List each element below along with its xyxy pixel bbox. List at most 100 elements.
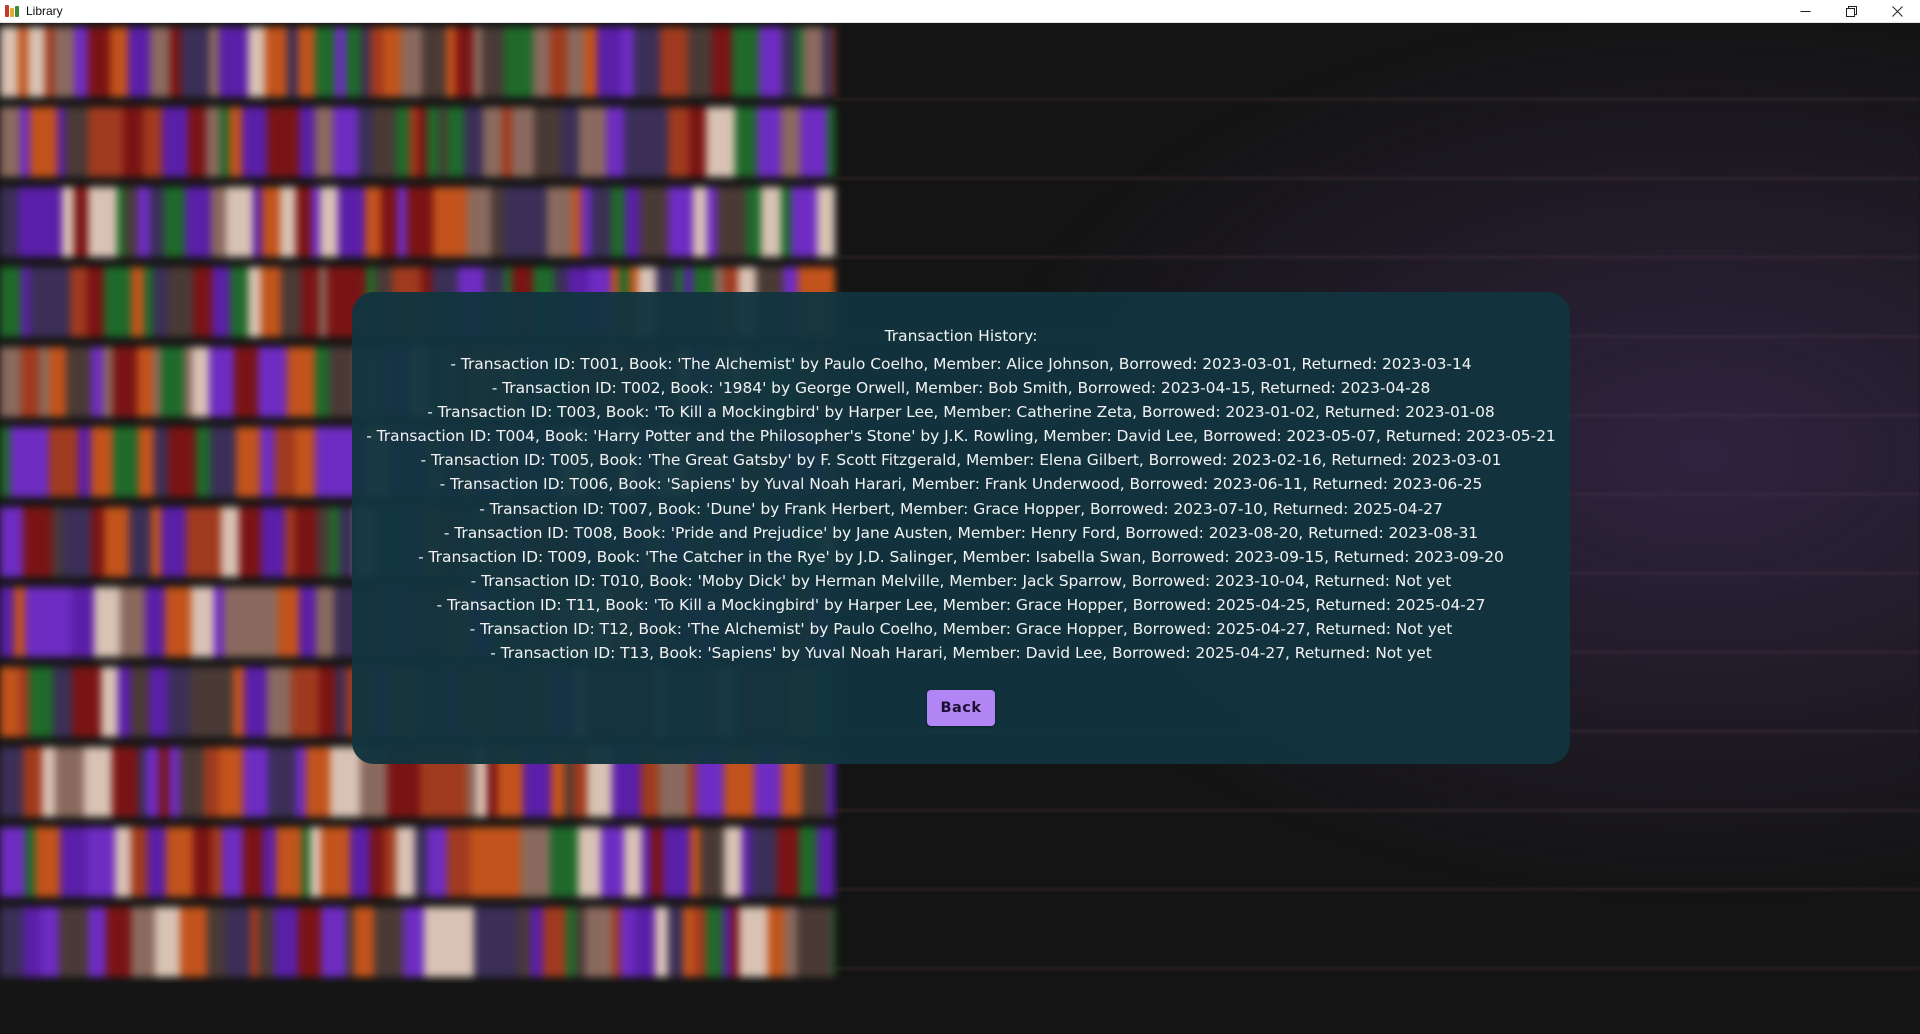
book-spine (533, 27, 550, 97)
book-spine (742, 827, 752, 897)
book-spine (456, 27, 473, 97)
book-spine (491, 187, 504, 257)
book-spine (20, 107, 30, 177)
book-spine (530, 907, 543, 977)
book-spine (447, 107, 464, 177)
book-spine (424, 907, 446, 977)
book-spine (220, 107, 229, 177)
book-spine (781, 107, 800, 177)
book-spine (361, 27, 370, 97)
book-spine (113, 347, 137, 417)
book-spine (211, 827, 222, 897)
book-spine (143, 107, 162, 177)
book-spine (333, 107, 341, 177)
book-spine (0, 427, 10, 497)
book-spine (204, 747, 219, 817)
book-spine (137, 347, 153, 417)
book-spine (334, 587, 352, 657)
book-spine (244, 667, 267, 737)
book-spine (137, 187, 150, 257)
book-spine (193, 827, 211, 897)
book-spine (287, 347, 315, 417)
book-spine (360, 827, 370, 897)
book-spine (29, 427, 49, 497)
book-spine (70, 267, 87, 337)
close-button[interactable] (1874, 0, 1920, 22)
book-spine (504, 27, 533, 97)
book-spine (261, 267, 281, 337)
book-spine (88, 187, 117, 257)
book-spine (161, 507, 186, 577)
transaction-item: - Transaction ID: T13, Book: 'Sapiens' b… (490, 644, 1432, 663)
book-spine (128, 27, 150, 97)
book-spine (624, 827, 642, 897)
book-spine (321, 907, 346, 977)
book-spine (252, 587, 278, 657)
book-spine (131, 907, 155, 977)
book-spine (547, 187, 572, 257)
book-spine (827, 107, 835, 177)
book-spine (169, 747, 180, 817)
window-title: Library (26, 4, 63, 18)
book-spine (18, 27, 28, 97)
book-spine (72, 667, 101, 737)
book-spine (211, 187, 226, 257)
minimize-button[interactable] (1782, 0, 1828, 22)
book-spine (285, 507, 295, 577)
book-spine (311, 187, 320, 257)
book-spine (811, 907, 832, 977)
book-spine (222, 827, 243, 897)
book-spine (752, 827, 777, 897)
book-spine (226, 187, 253, 257)
book-spine (166, 827, 193, 897)
book-spine (49, 347, 66, 417)
book-spine (225, 667, 233, 737)
book-spine (104, 267, 131, 337)
book-spine (724, 827, 742, 897)
book-spine (259, 907, 274, 977)
book-spine (274, 907, 298, 977)
book-spine (817, 187, 835, 257)
book-spine (149, 667, 168, 737)
book-spine (817, 827, 835, 897)
book-spine (263, 827, 276, 897)
book-spine (113, 427, 138, 497)
book-spine (14, 587, 25, 657)
book-spine (243, 747, 268, 817)
book-spine (62, 187, 74, 257)
book-spine (427, 107, 439, 177)
book-spine (0, 27, 18, 97)
book-spine (668, 107, 689, 177)
book-spine (87, 267, 104, 337)
book-spine (150, 27, 170, 97)
book-spine (663, 827, 690, 897)
book-spine (74, 27, 88, 97)
book-spine (224, 587, 252, 657)
restore-button[interactable] (1828, 0, 1874, 22)
book-spine (262, 187, 280, 257)
book-spine (88, 107, 110, 177)
book-spine (162, 107, 188, 177)
book-spine (155, 907, 180, 977)
book-spine (384, 827, 396, 897)
book-spine (660, 27, 688, 97)
book-spine (512, 107, 534, 177)
book-spine (214, 587, 224, 657)
book-spine (373, 107, 396, 177)
book-spine (383, 27, 401, 97)
book-spine (504, 187, 531, 257)
book-spine (30, 267, 46, 337)
book-spine (707, 187, 717, 257)
book-spine (534, 107, 561, 177)
shelf-row (0, 27, 835, 97)
restore-icon (1845, 5, 1857, 17)
book-spine (422, 27, 446, 97)
book-spine (0, 347, 21, 417)
book-spine (695, 907, 706, 977)
book-spine (550, 827, 578, 897)
back-button[interactable]: Back (927, 690, 995, 726)
book-spine (717, 187, 746, 257)
book-spine (329, 507, 339, 577)
transaction-item: - Transaction ID: T001, Book: 'The Alche… (450, 355, 1472, 373)
book-spine (655, 907, 668, 977)
